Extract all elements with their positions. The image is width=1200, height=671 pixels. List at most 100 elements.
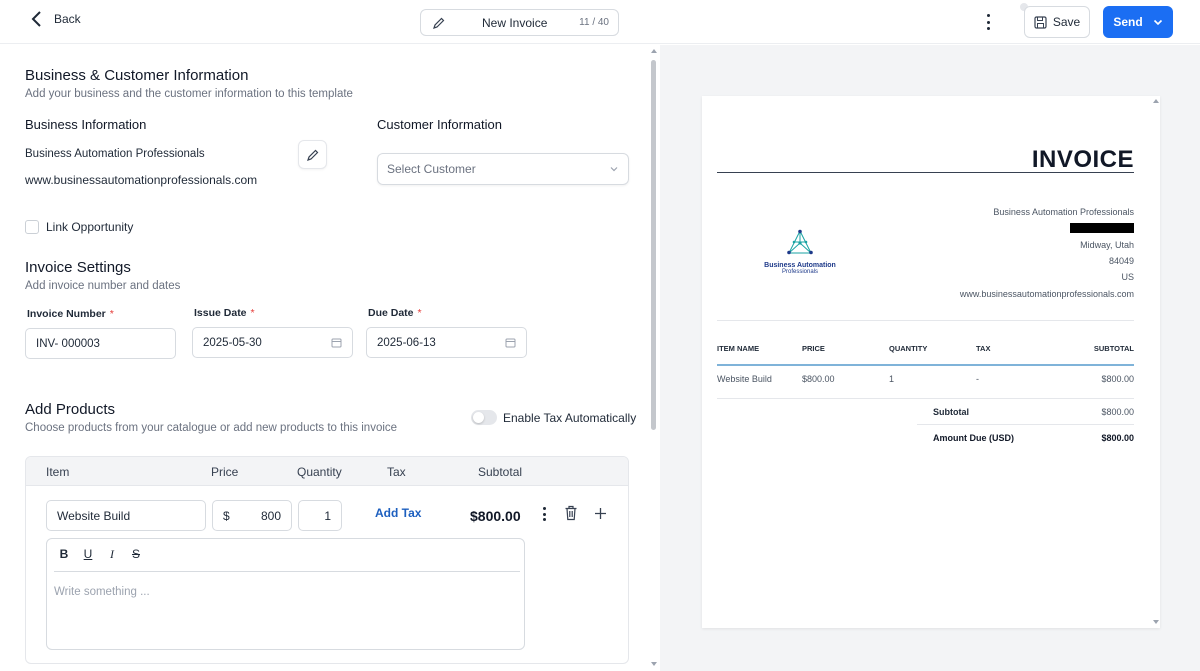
invoice-number-input[interactable]: INV- 000003 [25,328,176,359]
invoice-preview-page: INVOICE Business Automation Professional… [702,96,1160,628]
invoice-preview-panel: INVOICE Business Automation Professional… [660,45,1200,671]
send-label: Send [1113,15,1143,29]
customer-select[interactable]: Select Customer [377,153,629,185]
row-subtotal: $800.00 [470,508,521,524]
preview-divider [717,320,1134,321]
preview-header-rule [717,364,1134,366]
preview-title-rule [717,172,1134,173]
edit-business-button[interactable] [298,140,327,169]
column-header: Price [211,465,239,479]
preview-zip: 84049 [1108,256,1134,266]
invoice-title: New Invoice [482,15,548,30]
issue-date-input[interactable]: 2025-05-30 [192,327,353,358]
business-url: www.businessautomationprofessionals.com [25,173,258,187]
editor-toolbar: B U I S [57,547,143,562]
add-tax-link[interactable]: Add Tax [375,506,421,520]
chevron-down-icon [1153,19,1162,26]
preview-subtotal-label: Subtotal [933,407,969,417]
logo-text-line1: Business Automation [764,262,836,269]
editor-divider [54,571,520,572]
preview-column-header: ITEM NAME [717,344,760,353]
column-header: Quantity [297,465,342,479]
link-opportunity-checkbox[interactable] [25,220,39,234]
item-name-input[interactable]: Website Build [46,500,206,531]
quantity-input[interactable]: 1 [298,500,342,531]
preview-column-header: TAX [976,344,991,353]
logo-text-line2: Professionals [781,269,819,275]
due-date-input[interactable]: 2025-06-13 [366,327,527,358]
editor-placeholder: Write something ... [54,586,150,598]
preview-item-subtotal: $800.00 [1101,374,1134,384]
preview-item-name: Website Build [717,374,772,384]
preview-column-header: SUBTOTAL [1093,344,1134,353]
pencil-icon [433,17,445,29]
preview-country: US [1121,272,1134,282]
currency-symbol: $ [223,508,230,523]
preview-invoice-title: INVOICE [1031,146,1134,173]
top-bar: Back New Invoice 11 / 40 Save Send [0,0,1200,44]
add-products-subtitle: Choose products from your catalogue or a… [25,422,398,434]
description-editor[interactable]: B U I S Write something ... [46,538,525,650]
more-options-icon[interactable] [981,12,995,32]
products-table: Item Price Quantity Tax Subtotal Website… [25,456,629,664]
preview-column-header: PRICE [802,344,825,353]
due-date-label: Due Date * [368,307,422,319]
plus-icon[interactable] [594,507,607,520]
save-label: Save [1052,15,1081,29]
business-info-heading: Business Information [25,117,147,132]
save-button[interactable]: Save [1024,6,1090,38]
price-input[interactable]: $ 800 [212,500,292,531]
send-button[interactable]: Send [1103,6,1173,38]
preview-amount-due-value: $800.00 [1101,433,1134,443]
row-options-icon[interactable] [539,507,549,521]
preview-scroll-down-icon[interactable] [1153,620,1159,624]
form-scroll-thumb[interactable] [651,60,656,430]
link-opportunity-label[interactable]: Link Opportunity [46,220,133,234]
calendar-icon [505,338,516,348]
scroll-up-icon[interactable] [651,49,657,53]
preview-subtotal-value: $800.00 [1101,407,1134,417]
business-logo: Business Automation Professionals [762,229,838,275]
issue-date-label: Issue Date * [194,307,255,319]
column-header: Subtotal [478,465,523,479]
preview-item-price: $800.00 [802,374,835,384]
add-products-title: Add Products [25,401,116,418]
invoice-settings-title: Invoice Settings [25,259,131,276]
preview-subtotal-rule [917,424,1134,425]
business-customer-title: Business & Customer Information [25,67,249,84]
invoice-form-panel: Business & Customer Information Add your… [0,45,660,671]
title-char-count: 11 / 40 [579,17,609,28]
chevron-left-icon [31,11,41,27]
preview-column-header: QUANTITY [889,344,928,353]
trash-icon[interactable] [564,505,578,521]
preview-amount-due-label: Amount Due (USD) [933,433,1014,443]
column-header: Item [46,465,70,479]
underline-button[interactable]: U [81,547,95,562]
strikethrough-button[interactable]: S [129,547,143,562]
business-customer-subtitle: Add your business and the customer infor… [25,88,353,100]
preview-url: www.businessautomationprofessionals.com [959,289,1134,299]
customer-info-heading: Customer Information [377,117,502,132]
preview-scroll-up-icon[interactable] [1153,99,1159,103]
products-table-header: Item Price Quantity Tax Subtotal [26,457,628,486]
invoice-title-field[interactable]: New Invoice 11 / 40 [420,9,619,36]
preview-row-divider [717,398,1134,399]
chevron-down-icon [610,167,618,172]
enable-tax-label: Enable Tax Automatically [503,411,637,425]
redacted-address [1070,223,1134,233]
enable-tax-toggle[interactable] [471,410,497,425]
preview-business-name: Business Automation Professionals [993,207,1134,217]
bold-button[interactable]: B [57,547,71,562]
business-name: Business Automation Professionals [25,148,205,160]
calendar-icon [331,338,342,348]
preview-city-state: Midway, Utah [1080,240,1134,250]
column-header: Tax [387,465,406,479]
customer-select-placeholder: Select Customer [387,162,476,176]
pencil-icon [306,149,318,161]
invoice-settings-subtitle: Add invoice number and dates [25,280,181,292]
scroll-down-icon[interactable] [651,662,657,666]
back-button[interactable]: Back [30,10,81,28]
italic-button[interactable]: I [105,547,119,562]
invoice-number-label: Invoice Number * [27,308,114,320]
network-logo-icon [787,229,813,255]
